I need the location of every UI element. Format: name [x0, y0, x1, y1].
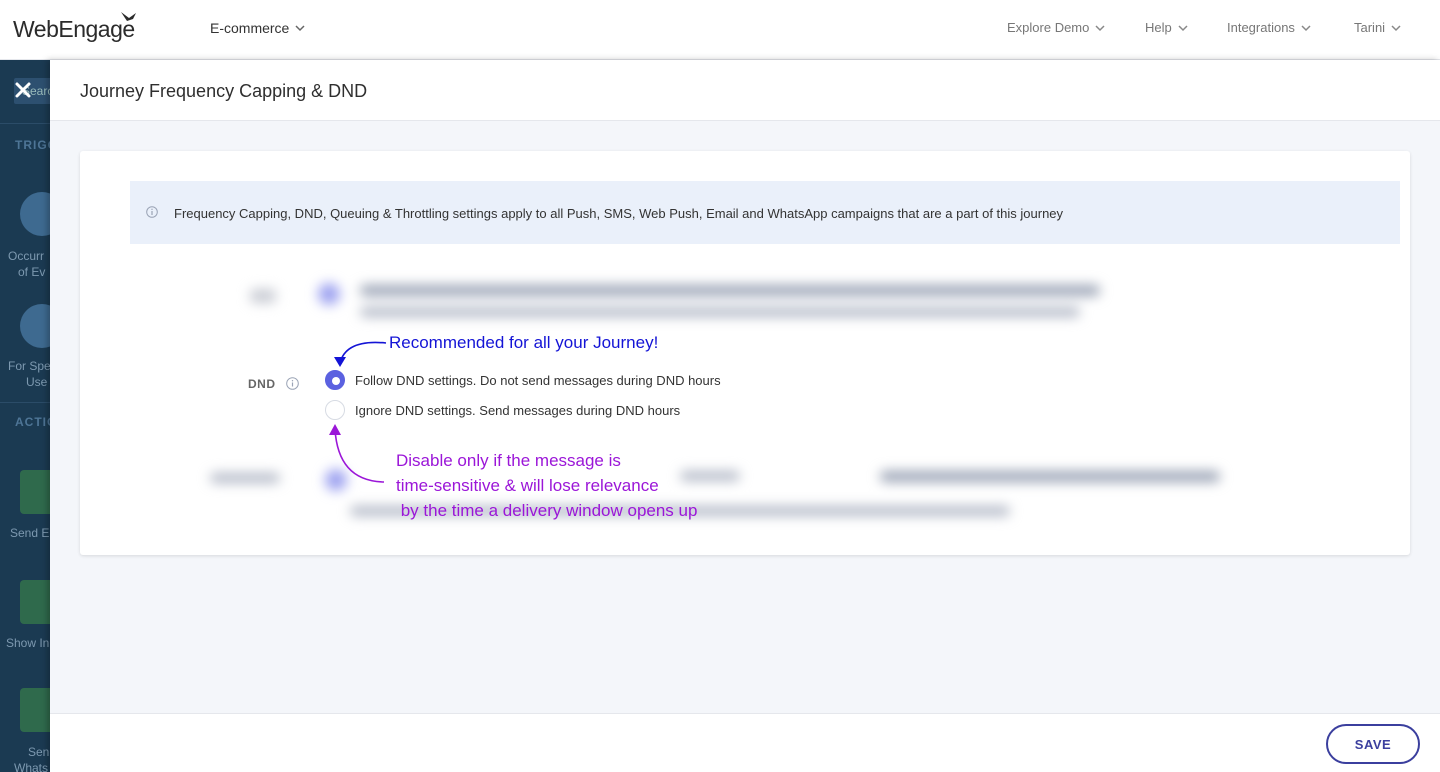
divider: [0, 123, 50, 124]
sidebar-item-label: Sen Whats: [8, 744, 49, 772]
dnd-ignore-option[interactable]: Ignore DND settings. Send messages durin…: [325, 400, 680, 420]
sidebar-item-label-line: Sen: [28, 745, 50, 759]
disable-annotation-line: Disable only if the message is: [396, 451, 621, 470]
frequency-capping-panel: Journey Frequency Capping & DND Frequenc…: [50, 60, 1440, 772]
panel-header: Journey Frequency Capping & DND: [50, 60, 1440, 121]
panel-footer: SAVE: [50, 713, 1440, 772]
close-icon[interactable]: [14, 81, 32, 99]
blurred-placeholder: [680, 471, 740, 481]
info-text: Frequency Capping, DND, Queuing & Thrott…: [174, 206, 1064, 221]
chevron-down-icon: [295, 25, 305, 32]
webengage-logo[interactable]: WebEngage: [13, 12, 136, 43]
explore-demo-menu[interactable]: Explore Demo: [1007, 20, 1105, 35]
workspace-name: E-commerce: [210, 20, 290, 36]
logo-text: WebEngage: [13, 16, 135, 42]
settings-card: Frequency Capping, DND, Queuing & Thrott…: [80, 151, 1410, 555]
chevron-down-icon: [1178, 24, 1188, 31]
integrations-menu[interactable]: Integrations: [1227, 20, 1311, 35]
bird-logo-icon: [120, 12, 136, 21]
dnd-ignore-radio[interactable]: [325, 400, 345, 420]
info-banner: Frequency Capping, DND, Queuing & Thrott…: [130, 181, 1400, 244]
arrow-annotation-icon: [329, 424, 385, 483]
dnd-ignore-label: Ignore DND settings. Send messages durin…: [355, 402, 681, 418]
top-nav: WebEngage E-commerce Explore Demo Help I…: [0, 0, 1440, 60]
email-icon[interactable]: [20, 470, 50, 514]
sidebar-item-label-line: Use: [26, 375, 48, 389]
user-menu[interactable]: Tarini: [1354, 20, 1401, 35]
sidebar-item-label-line: of Ev: [18, 265, 46, 279]
sidebar-item-label-line: For Spe: [8, 359, 50, 373]
integrations-label: Integrations: [1227, 20, 1295, 35]
help-menu[interactable]: Help: [1145, 20, 1188, 35]
recommended-annotation: Recommended for all your Journey!: [389, 333, 659, 352]
blurred-frequency-capping-row: [240, 271, 1120, 331]
chevron-down-icon: [1095, 24, 1105, 31]
page-title: Journey Frequency Capping & DND: [80, 81, 368, 101]
star-icon[interactable]: [20, 192, 50, 236]
chevron-down-icon: [1391, 24, 1401, 31]
blurred-placeholder: [360, 307, 1080, 317]
sidebar-item-label-line: Whats: [14, 761, 49, 772]
calendar-icon[interactable]: [20, 304, 50, 348]
chevron-down-icon: [1301, 24, 1311, 31]
dnd-follow-label: Follow DND settings. Do not send message…: [355, 372, 721, 388]
sidebar-section-triggers: TRIGG: [15, 138, 50, 152]
dnd-follow-option[interactable]: Follow DND settings. Do not send message…: [325, 370, 721, 390]
disable-annotation-line: time-sensitive & will lose relevance: [396, 476, 659, 495]
blurred-placeholder: [880, 471, 1220, 482]
journey-sidebar: Search TRIGG Occurr of Ev For Spe Use AC…: [0, 60, 50, 772]
blurred-placeholder: [210, 473, 280, 483]
dnd-label: DND: [248, 377, 276, 391]
dnd-follow-radio[interactable]: [325, 370, 345, 390]
blurred-placeholder: [250, 289, 276, 303]
blurred-placeholder: [360, 285, 1100, 296]
sidebar-item-label-line: Occurr: [8, 249, 44, 263]
save-button[interactable]: SAVE: [1326, 724, 1420, 764]
blurred-placeholder: [318, 283, 340, 305]
divider: [0, 402, 50, 403]
help-label: Help: [1145, 20, 1172, 35]
sidebar-item-label: Send E: [10, 526, 50, 540]
info-icon[interactable]: [286, 377, 299, 390]
sidebar-item-label: Show In: [6, 636, 50, 650]
explore-demo-label: Explore Demo: [1007, 20, 1090, 35]
sidebar-item-label: For Spe Use: [8, 358, 50, 390]
sidebar-section-actions: ACTIO: [15, 415, 50, 429]
whatsapp-icon[interactable]: [20, 688, 50, 732]
info-icon: [146, 206, 158, 218]
disable-annotation-line: by the time a delivery window opens up: [396, 501, 698, 520]
workspace-selector[interactable]: E-commerce: [210, 20, 305, 36]
in-app-icon[interactable]: [20, 580, 50, 624]
arrow-annotation-icon: [334, 341, 387, 367]
sidebar-item-label: Occurr of Ev: [8, 248, 45, 280]
user-name: Tarini: [1354, 20, 1386, 35]
